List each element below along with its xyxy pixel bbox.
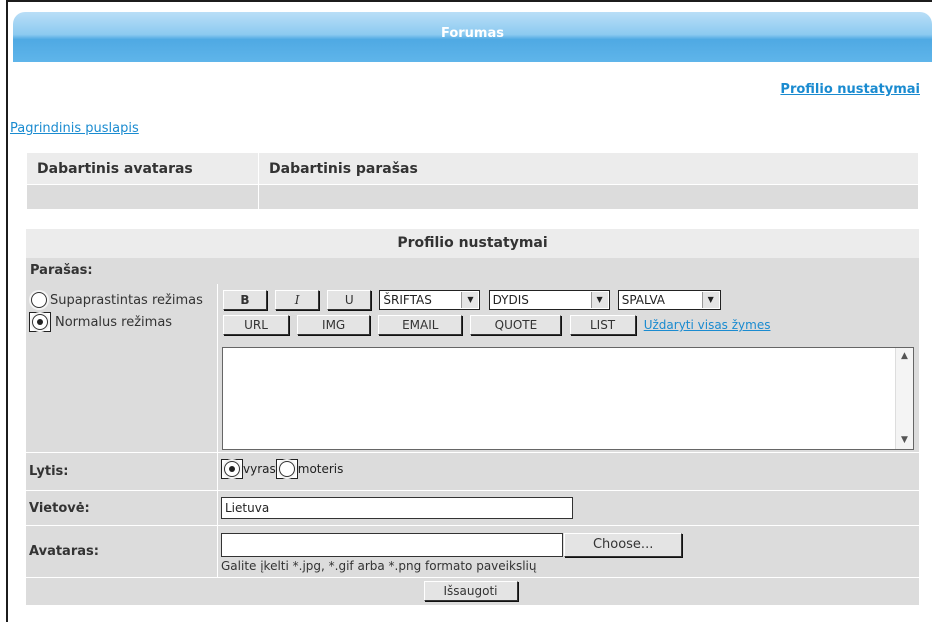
editor-area: B I U ŠRIFTAS ▼ DYDIS ▼ SPALVA ▼ URL IMG EM… (218, 284, 919, 452)
save-row: Išsaugoti (26, 578, 919, 605)
italic-button[interactable]: I (275, 290, 320, 310)
avatar-upload: Choose... Galite įkelti *.jpg, *.gif arb… (218, 526, 919, 577)
male-label: vyras (243, 461, 276, 476)
current-profile-table: Dabartinis avataras Dabartinis parašas (26, 152, 919, 210)
editor-toolbar-row-2: URL IMG EMAIL QUOTE LIST Uždaryti visas … (223, 315, 916, 337)
avatar-label: Avataras: (26, 526, 218, 577)
avatar-hint: Galite įkelti *.jpg, *.gif arba *.png fo… (221, 559, 537, 573)
signature-textarea[interactable]: ▲ ▼ (222, 347, 914, 450)
avatar-file-input[interactable] (221, 533, 563, 557)
size-select-value: DYDIS (492, 293, 529, 307)
textarea-scrollbar[interactable]: ▲ ▼ (895, 348, 913, 449)
female-radio[interactable] (278, 460, 295, 477)
normal-mode-radio-wrap[interactable] (29, 312, 51, 332)
female-radio-wrap[interactable] (275, 458, 298, 479)
img-button[interactable]: IMG (297, 315, 371, 335)
forum-banner: Forumas (13, 12, 932, 62)
signature-editor-row: Supaprastintas režimas Normalus režimas … (26, 284, 919, 453)
location-row: Vietovė: Lietuva (26, 491, 919, 526)
choose-file-button[interactable]: Choose... (564, 533, 683, 557)
close-all-tags-link[interactable]: Uždaryti visas žymes (644, 318, 771, 332)
normal-mode-radio[interactable] (32, 314, 48, 330)
editor-toolbar-row-1: B I U ŠRIFTAS ▼ DYDIS ▼ SPALVA ▼ (223, 290, 916, 312)
normal-mode-label: Normalus režimas (55, 314, 173, 330)
current-avatar-header: Dabartinis avataras (26, 152, 259, 185)
quote-button[interactable]: QUOTE (470, 315, 562, 335)
avatar-row: Avataras: Choose... Galite įkelti *.jpg,… (26, 526, 919, 578)
email-button[interactable]: EMAIL (378, 315, 463, 335)
editor-mode-options: Supaprastintas režimas Normalus režimas (26, 284, 218, 452)
location-input[interactable]: Lietuva (221, 497, 573, 519)
current-signature-cell (258, 184, 919, 210)
color-select[interactable]: SPALVA ▼ (617, 290, 721, 310)
profile-settings-link[interactable]: Profilio nustatymai (780, 82, 920, 97)
profile-settings-form: Profilio nustatymai Parašas: Supaprastin… (26, 229, 919, 605)
signature-label: Parašas: (26, 258, 919, 284)
font-select-value: ŠRIFTAS (383, 293, 432, 307)
dropdown-arrow-icon: ▼ (701, 292, 719, 308)
window-border-left (6, 0, 8, 622)
location-field-wrap: Lietuva (218, 491, 919, 525)
font-select[interactable]: ŠRIFTAS ▼ (379, 290, 481, 310)
home-link[interactable]: Pagrindinis puslapis (10, 121, 139, 136)
male-radio-wrap[interactable] (221, 458, 243, 479)
dropdown-arrow-icon: ▼ (461, 292, 479, 308)
banner-title: Forumas (440, 26, 504, 41)
underline-button[interactable]: U (327, 290, 372, 310)
form-title: Profilio nustatymai (26, 229, 919, 258)
gender-row: Lytis: vyras moteris (26, 453, 919, 491)
scroll-down-icon[interactable]: ▼ (896, 432, 913, 449)
url-button[interactable]: URL (223, 315, 289, 335)
current-signature-header: Dabartinis parašas (258, 152, 919, 185)
current-avatar-cell (26, 184, 259, 210)
save-button[interactable]: Išsaugoti (423, 581, 518, 601)
color-select-value: SPALVA (621, 293, 666, 307)
bold-button[interactable]: B (223, 290, 267, 310)
gender-label: Lytis: (26, 453, 218, 490)
window-border-top (6, 0, 932, 2)
size-select[interactable]: DYDIS ▼ (488, 290, 610, 310)
scroll-up-icon[interactable]: ▲ (896, 348, 913, 365)
simple-mode-label: Supaprastintas režimas (50, 293, 203, 308)
list-button[interactable]: LIST (569, 315, 636, 335)
dropdown-arrow-icon: ▼ (590, 292, 608, 308)
male-radio[interactable] (224, 460, 240, 477)
female-label: moteris (297, 461, 344, 476)
simple-mode-radio[interactable] (31, 292, 47, 308)
location-label: Vietovė: (26, 491, 218, 525)
gender-options: vyras moteris (218, 453, 919, 490)
